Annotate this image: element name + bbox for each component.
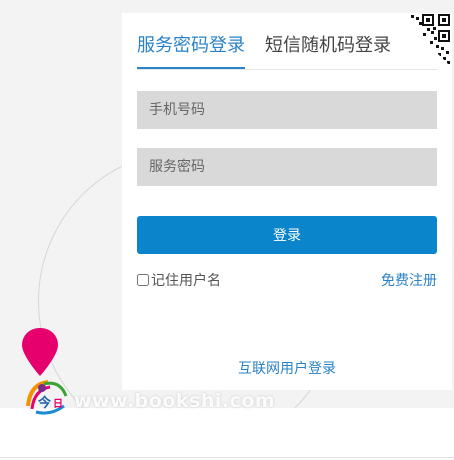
svg-text:日: 日	[53, 398, 63, 410]
login-panel: 服务密码登录 短信随机码登录 手机号码 登录 记住用户名 免费注册 互联网用户登…	[122, 13, 452, 390]
tab-service-password[interactable]: 服务密码登录	[137, 33, 245, 69]
svg-text:今: 今	[37, 395, 52, 411]
internet-user-login-link[interactable]: 互联网用户登录	[122, 358, 452, 378]
phone-number-input[interactable]	[137, 91, 437, 129]
bottom-divider	[0, 457, 454, 458]
site-logo: 今 日	[26, 380, 68, 415]
remember-username-checkbox[interactable]	[137, 274, 149, 286]
map-pin-icon	[22, 328, 58, 376]
remember-username-label: 记住用户名	[151, 273, 221, 289]
watermark-text: www.bookshi.com	[74, 390, 276, 412]
login-tabs: 服务密码登录 短信随机码登录	[137, 13, 437, 70]
remember-username: 记住用户名	[137, 270, 221, 290]
tab-sms-code[interactable]: 短信随机码登录	[265, 33, 391, 59]
qr-code-icon[interactable]	[397, 13, 452, 68]
service-password-input[interactable]	[137, 148, 437, 186]
login-button[interactable]: 登录	[137, 216, 437, 254]
free-register-link[interactable]: 免费注册	[381, 270, 437, 290]
